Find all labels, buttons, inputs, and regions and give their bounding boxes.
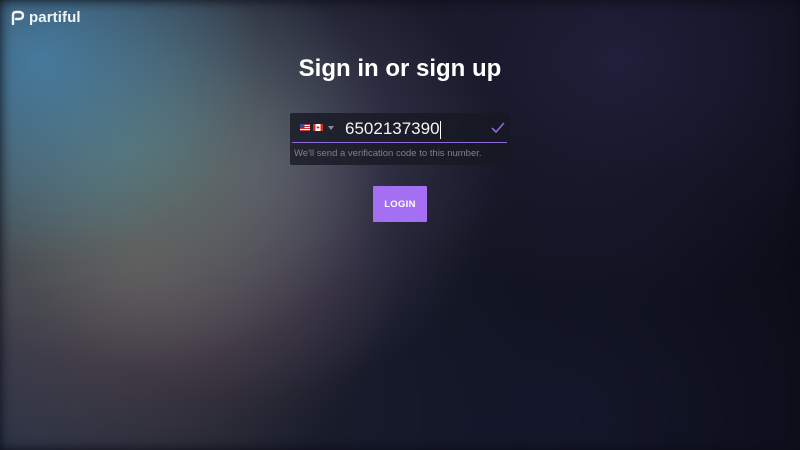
us-flag-icon [300,124,310,131]
login-button[interactable]: LOGIN [373,186,427,222]
text-cursor [440,121,441,139]
page-title: Sign in or sign up [298,55,502,82]
input-underline [292,142,507,143]
chevron-down-icon [328,125,334,130]
brand-name: partiful [29,9,81,26]
partiful-logo-icon [11,10,25,25]
phone-hint: We'll send a verification code to this n… [294,148,482,159]
country-selector[interactable] [300,124,334,131]
ca-flag-icon [313,124,323,131]
phone-form: We'll send a verification code to this n… [290,113,510,165]
phone-number-input[interactable] [345,117,485,141]
check-icon [491,122,505,133]
brand-logo[interactable]: partiful [10,9,81,26]
